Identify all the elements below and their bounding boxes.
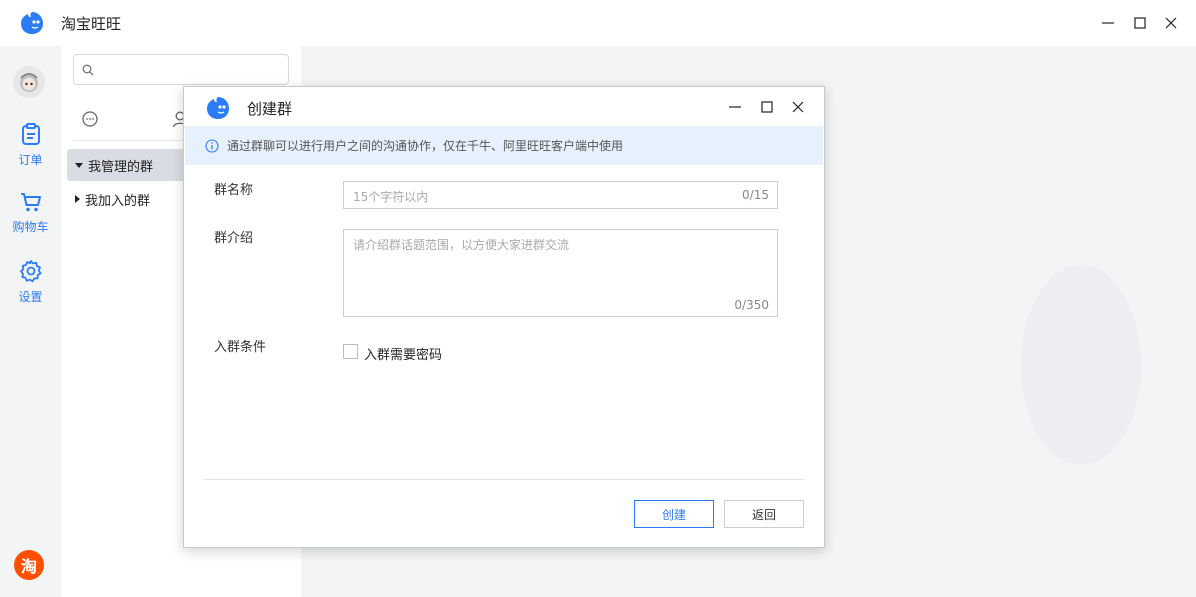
group-intro-placeholder: 请介绍群话题范围，以方便大家进群交流 (353, 238, 570, 252)
dialog-title: 创建群 (247, 100, 293, 118)
nav-orders[interactable]: 订单 (0, 122, 61, 168)
create-button[interactable]: 创建 (634, 500, 714, 528)
gear-icon (19, 260, 41, 283)
minimize-button[interactable] (1097, 12, 1119, 34)
background-decoration (1021, 265, 1141, 465)
avatar[interactable] (13, 66, 45, 98)
create-group-dialog: 创建群 通过群聊可以进行用户之间的沟通协作，仅在千牛、阿里旺旺客户端中使用 群名… (183, 86, 825, 548)
nav-cart[interactable]: 购物车 (0, 191, 61, 235)
minimize-icon (729, 106, 741, 108)
maximize-icon (1134, 17, 1146, 29)
info-icon (205, 138, 219, 153)
minimize-icon (1102, 22, 1114, 24)
join-condition-label: 入群条件 (214, 340, 267, 355)
maximize-icon (761, 101, 773, 113)
left-nav: 订单 购物车 设置 淘 (0, 46, 61, 597)
avatar-icon (13, 66, 45, 98)
group-intro-label: 群介绍 (214, 231, 254, 246)
group-name-label: 群名称 (214, 183, 254, 198)
close-button[interactable] (1160, 12, 1182, 34)
clipboard-icon (21, 123, 40, 145)
maximize-button[interactable] (1129, 12, 1151, 34)
group-intro-textarea[interactable]: 请介绍群话题范围，以方便大家进群交流 0/350 (343, 229, 778, 317)
group-name-input[interactable]: 15个字符以内 0/15 (343, 181, 778, 209)
close-icon (792, 101, 804, 113)
close-icon (1165, 17, 1177, 29)
search-icon (82, 64, 94, 76)
info-notice: 通过群聊可以进行用户之间的沟通协作，仅在千牛、阿里旺旺客户端中使用 (185, 126, 823, 165)
search-input[interactable] (73, 54, 289, 85)
caret-right-icon (75, 195, 80, 203)
title-bar: 淘宝旺旺 (0, 0, 1196, 46)
app-title: 淘宝旺旺 (61, 15, 122, 33)
back-button[interactable]: 返回 (724, 500, 804, 528)
nav-settings[interactable]: 设置 (0, 259, 61, 305)
password-checkbox-label[interactable]: 入群需要密码 (364, 344, 442, 363)
group-name-placeholder: 15个字符以内 (353, 190, 429, 204)
group-managed-label: 我管理的群 (88, 159, 154, 175)
nav-cart-label: 购物车 (12, 220, 49, 234)
group-intro-counter: 0/350 (734, 298, 769, 312)
wangwang-logo-icon (207, 97, 229, 119)
notice-text: 通过群聊可以进行用户之间的沟通协作，仅在千牛、阿里旺旺客户端中使用 (227, 139, 624, 153)
cart-icon (20, 193, 41, 212)
nav-settings-label: 设置 (18, 290, 43, 304)
dialog-minimize-button[interactable] (725, 97, 745, 117)
group-name-counter: 0/15 (742, 188, 769, 202)
dialog-divider (204, 479, 804, 480)
password-checkbox[interactable] (343, 344, 358, 359)
dialog-close-button[interactable] (788, 97, 808, 117)
caret-down-icon (75, 162, 83, 168)
dialog-maximize-button[interactable] (757, 97, 777, 117)
chat-tab-icon[interactable] (81, 110, 99, 128)
taobao-button[interactable]: 淘 (14, 550, 44, 580)
wangwang-logo-icon (21, 12, 43, 34)
group-joined-label: 我加入的群 (85, 193, 151, 209)
nav-orders-label: 订单 (18, 153, 43, 167)
